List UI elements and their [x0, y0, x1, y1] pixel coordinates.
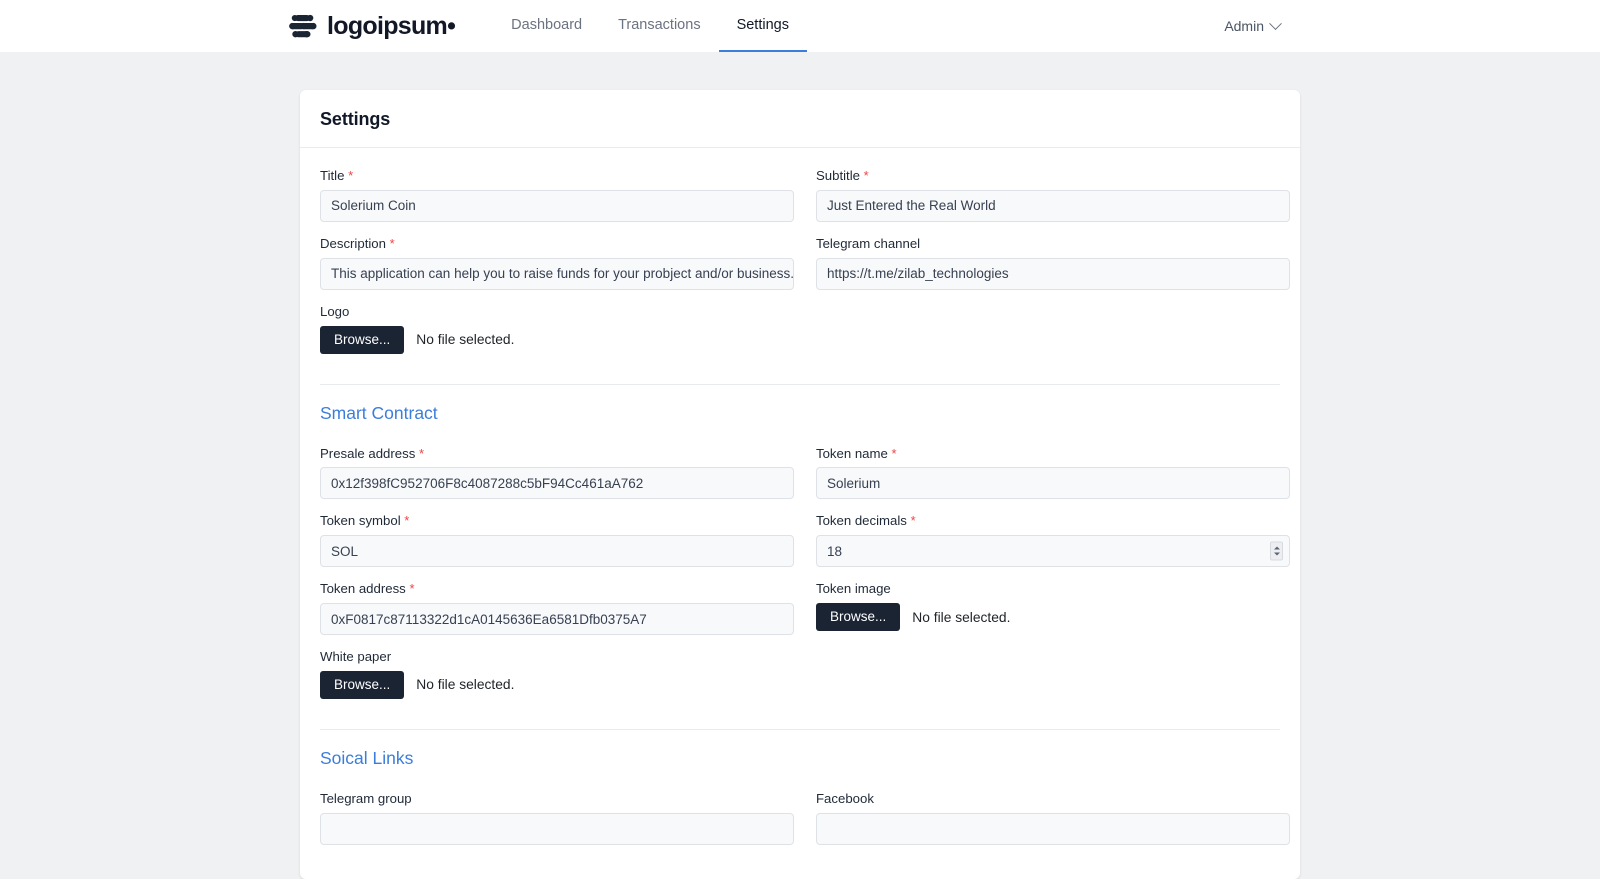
token-name-input[interactable]: Solerium	[816, 467, 1290, 500]
nav-item-dashboard[interactable]: Dashboard	[493, 0, 600, 52]
required-asterisk: *	[409, 581, 415, 597]
account-menu[interactable]: Admin	[1224, 16, 1570, 34]
label-token-decimals: Token decimals *	[816, 513, 916, 529]
field-title: Title * Solerium Coin	[320, 168, 794, 236]
brand-dot: •	[447, 11, 456, 40]
white-paper-browse-button[interactable]: Browse...	[320, 670, 405, 699]
logo-browse-button[interactable]: Browse...	[320, 325, 405, 354]
form-row-title: Title * Solerium Coin Subtitle * Just En…	[320, 168, 1290, 236]
field-presale-address: Presale address * 0x12f398fC952706F8c408…	[320, 446, 794, 514]
token-image-file-status: No file selected.	[912, 609, 1011, 625]
brand-name: logoipsum•	[327, 11, 456, 40]
required-asterisk: *	[891, 445, 897, 461]
label-presale-address: Presale address *	[320, 445, 425, 461]
settings-card-header: Settings	[300, 90, 1300, 148]
primary-nav: Dashboard Transactions Settings	[493, 0, 807, 52]
label-telegram-group: Telegram group	[320, 790, 412, 806]
label-description: Description *	[320, 235, 395, 251]
field-facebook: Facebook	[816, 791, 1290, 859]
required-asterisk: *	[348, 168, 354, 183]
logo-row-spacer	[816, 304, 1290, 368]
section-title-social-links: Soical Links	[320, 747, 414, 768]
settings-card: Settings Title * Solerium Coin Subtitle …	[300, 90, 1300, 879]
form-row-description: Description * This application can help …	[320, 236, 1290, 304]
field-token-image: Token image Browse... No file selected.	[816, 581, 1290, 649]
logo-file-status: No file selected.	[416, 332, 515, 348]
chevron-down-icon	[1269, 16, 1282, 30]
stepper-down-arrow-icon[interactable]	[1273, 552, 1280, 556]
required-asterisk: *	[389, 235, 395, 251]
field-subtitle: Subtitle * Just Entered the Real World	[816, 168, 1290, 236]
token-decimals-input[interactable]: 18	[816, 535, 1290, 568]
field-telegram-channel: Telegram channel https://t.me/zilab_tech…	[816, 236, 1290, 304]
top-navbar: logoipsum• Dashboard Transactions Settin…	[0, 0, 1600, 52]
field-token-symbol: Token symbol * SOL	[320, 513, 794, 581]
form-row-token-address: Token address * 0xF0817c87113322d1cA0145…	[320, 581, 1280, 649]
divider-social-links	[320, 728, 1280, 730]
required-asterisk: *	[863, 168, 869, 183]
form-row-logo: Logo Browse... No file selected.	[320, 304, 1280, 368]
label-token-name: Token name *	[816, 445, 897, 461]
label-token-symbol: Token symbol *	[320, 513, 410, 529]
required-asterisk: *	[910, 513, 916, 529]
label-title: Title *	[320, 168, 354, 183]
section-title-smart-contract: Smart Contract	[320, 402, 438, 423]
field-token-name: Token name * Solerium	[816, 446, 1290, 514]
label-token-image: Token image	[816, 581, 891, 597]
form-row-social: Telegram group Facebook	[320, 791, 1290, 859]
field-telegram-group: Telegram group	[320, 791, 794, 859]
token-image-browse-button[interactable]: Browse...	[816, 603, 901, 632]
title-input[interactable]: Solerium Coin	[320, 189, 794, 222]
stepper-up-arrow-icon[interactable]	[1273, 546, 1280, 550]
divider-smart-contract	[320, 383, 1280, 385]
field-description: Description * This application can help …	[320, 236, 794, 304]
token-address-input[interactable]: 0xF0817c87113322d1cA0145636Ea6581Dfb0375…	[320, 603, 794, 636]
form-row-white-paper: White paper Browse... No file selected.	[320, 649, 1280, 713]
nav-item-settings[interactable]: Settings	[718, 0, 807, 52]
label-facebook: Facebook	[816, 790, 874, 806]
token-decimals-value: 18	[827, 543, 843, 559]
token-image-file-picker: Browse... No file selected.	[816, 603, 1290, 632]
subtitle-input[interactable]: Just Entered the Real World	[816, 189, 1290, 222]
field-white-paper: White paper Browse... No file selected.	[320, 649, 794, 713]
white-paper-file-picker: Browse... No file selected.	[320, 670, 794, 699]
page-content: Settings Title * Solerium Coin Subtitle …	[0, 52, 1600, 879]
number-stepper-icon[interactable]	[1270, 541, 1283, 561]
logoipsum-dots-mark-icon	[289, 14, 317, 38]
form-row-token-symbol: Token symbol * SOL Token decimals * 18	[320, 513, 1290, 581]
white-paper-row-spacer	[816, 649, 1290, 713]
label-subtitle: Subtitle *	[816, 168, 869, 183]
field-logo: Logo Browse... No file selected.	[320, 304, 794, 368]
label-logo: Logo	[320, 303, 350, 319]
telegram-group-input[interactable]	[320, 812, 794, 845]
presale-address-input[interactable]: 0x12f398fC952706F8c4087288c5bF94Cc461aA7…	[320, 467, 794, 500]
label-white-paper: White paper	[320, 649, 392, 665]
form-row-presale: Presale address * 0x12f398fC952706F8c408…	[320, 446, 1290, 514]
description-input[interactable]: This application can help you to raise f…	[320, 257, 794, 290]
label-token-address: Token address *	[320, 581, 415, 597]
settings-form: Title * Solerium Coin Subtitle * Just En…	[300, 148, 1300, 879]
telegram-channel-input[interactable]: https://t.me/zilab_technologies	[816, 257, 1290, 290]
logo-file-picker: Browse... No file selected.	[320, 325, 794, 354]
facebook-input[interactable]	[816, 812, 1290, 845]
required-asterisk: *	[404, 513, 410, 529]
nav-item-transactions[interactable]: Transactions	[600, 0, 718, 52]
page-title: Settings	[320, 109, 391, 129]
label-telegram-channel: Telegram channel	[816, 235, 921, 251]
field-token-decimals: Token decimals * 18	[816, 513, 1290, 581]
brand-logo[interactable]: logoipsum•	[288, 11, 456, 41]
field-token-address: Token address * 0xF0817c87113322d1cA0145…	[320, 581, 794, 649]
account-label: Admin	[1224, 18, 1264, 34]
required-asterisk: *	[418, 445, 425, 461]
white-paper-file-status: No file selected.	[416, 677, 515, 693]
token-symbol-input[interactable]: SOL	[320, 535, 794, 568]
